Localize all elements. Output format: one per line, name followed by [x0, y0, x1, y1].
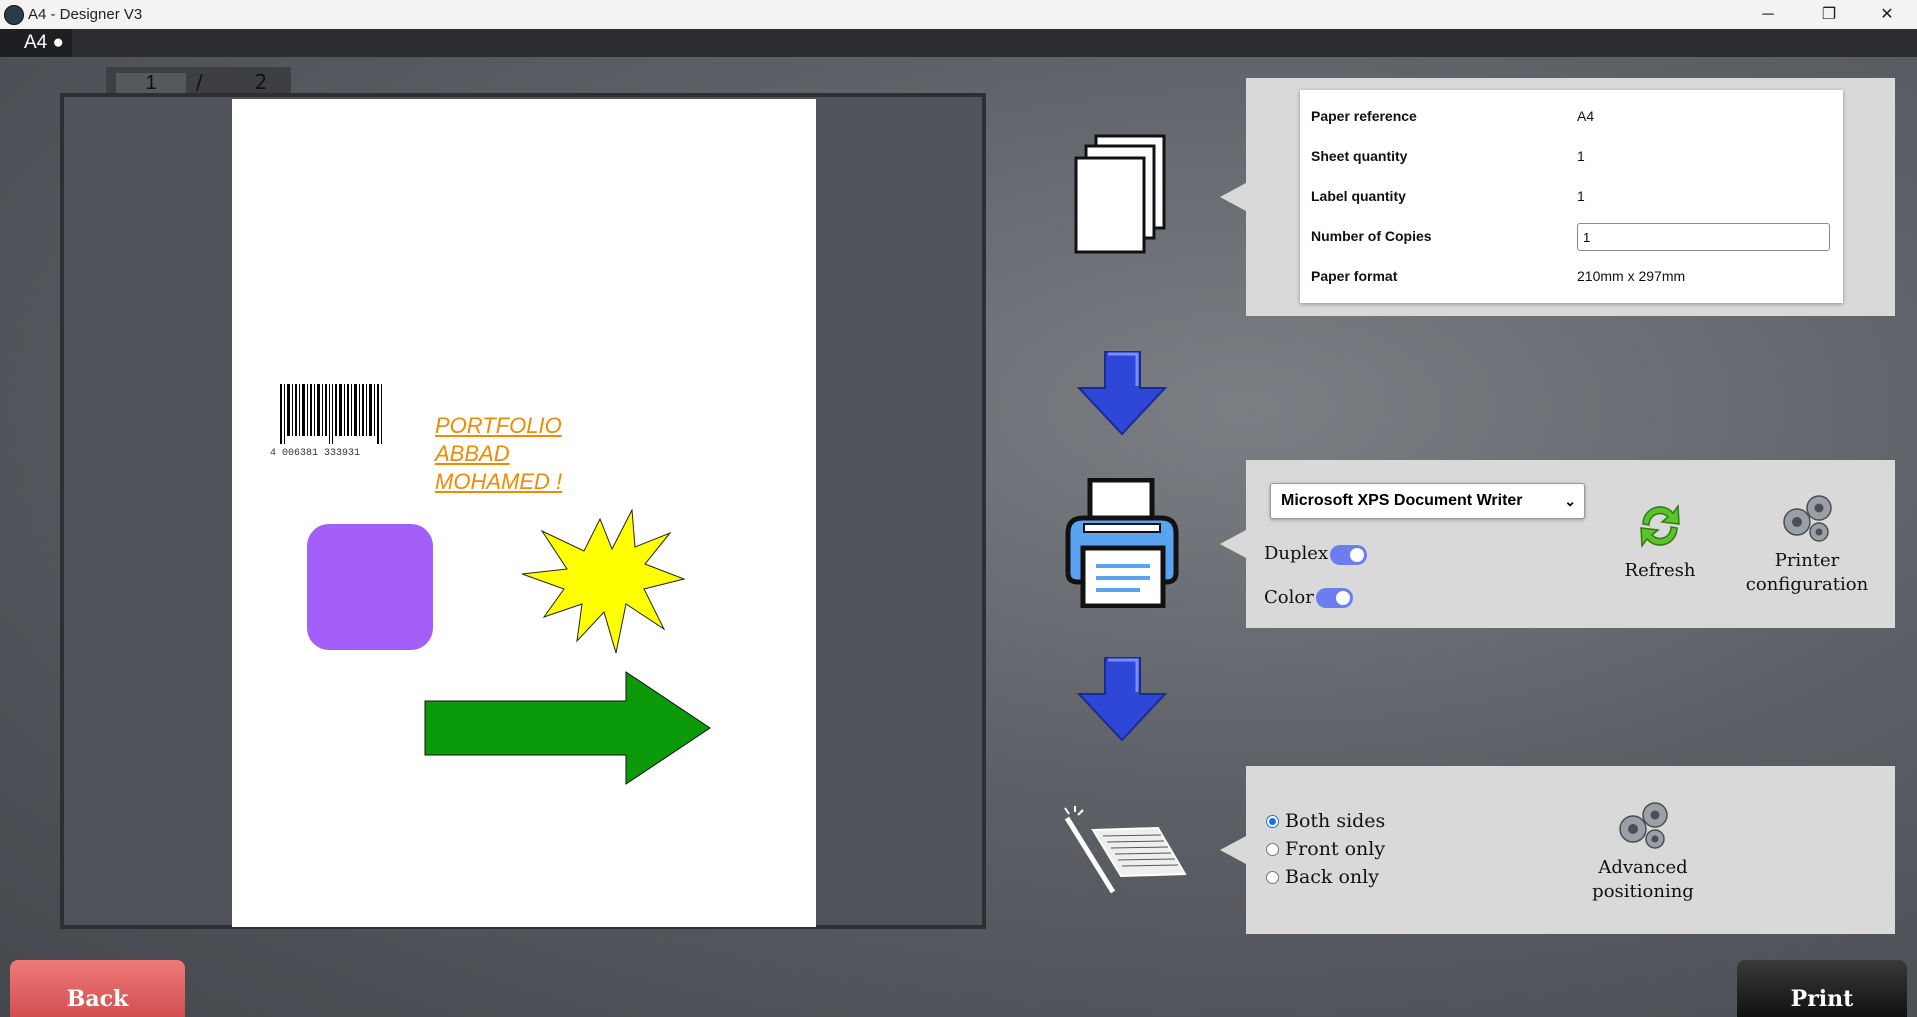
restore-button[interactable]: ❐: [1806, 0, 1852, 29]
advanced-positioning-label-1: Advanced: [1598, 857, 1688, 878]
canvas-text-line-3: MOHAMED !: [435, 469, 563, 494]
starburst-shape[interactable]: [522, 509, 687, 654]
copies-input[interactable]: [1577, 223, 1830, 251]
current-page-input[interactable]: 1: [116, 73, 186, 93]
sheet-feed-icon: [1064, 806, 1187, 894]
duplex-label: Duplex: [1264, 543, 1329, 564]
paper-info-card: Paper reference A4 Sheet quantity 1 Labe…: [1300, 90, 1843, 303]
down-arrow-icon: [1076, 657, 1168, 742]
chevron-down-icon: ⌄: [1564, 493, 1576, 509]
close-button[interactable]: ✕: [1864, 0, 1910, 29]
radio-both-sides[interactable]: [1266, 815, 1279, 828]
radio-back-only[interactable]: [1266, 871, 1279, 884]
arrow-shape[interactable]: [424, 671, 712, 786]
tab-document[interactable]: A4 ●: [0, 29, 72, 57]
tab-bar: A4 ●: [0, 29, 1917, 57]
refresh-icon: [1640, 503, 1680, 549]
window-title: A4 - Designer V3: [28, 6, 143, 23]
total-pages: 2: [254, 70, 268, 94]
print-button[interactable]: Print: [1737, 960, 1907, 1017]
advanced-positioning-button[interactable]: Advanced positioning: [1578, 797, 1708, 904]
refresh-button[interactable]: Refresh: [1615, 500, 1705, 583]
printer-icon: [1065, 478, 1179, 608]
barcode[interactable]: 4 006381 333931: [268, 384, 398, 464]
canvas-text-line-2: ABBAD: [435, 441, 510, 466]
radio-label-both-sides[interactable]: Both sides: [1285, 810, 1385, 832]
paper-preview: 4 006381 333931 PORTFOLIO ABBAD MOHAMED …: [232, 99, 816, 927]
printer-configuration-label-1: Printer: [1774, 550, 1840, 571]
color-label: Color: [1264, 587, 1314, 608]
window-titlebar: A4 - Designer V3 ─ ❐ ✕: [0, 0, 1917, 29]
advanced-positioning-label-2: positioning: [1592, 881, 1694, 902]
printer-configuration-label-2: configuration: [1745, 574, 1869, 595]
printer-select-value: Microsoft XPS Document Writer: [1281, 492, 1523, 509]
minimize-button[interactable]: ─: [1745, 0, 1791, 29]
rounded-square-shape[interactable]: [307, 524, 433, 650]
printer-configuration-button[interactable]: Printer configuration: [1742, 490, 1872, 597]
radio-label-front-only[interactable]: Front only: [1285, 838, 1385, 860]
app-icon: [4, 5, 24, 25]
page-navigator: 1 / 2: [106, 67, 291, 96]
duplex-toggle[interactable]: [1330, 545, 1367, 565]
color-toggle[interactable]: [1316, 588, 1353, 608]
refresh-label: Refresh: [1624, 560, 1696, 581]
printer-select[interactable]: Microsoft XPS Document Writer ⌄: [1270, 483, 1585, 519]
down-arrow-icon: [1076, 351, 1168, 436]
barcode-digits: 4 006381 333931: [270, 448, 360, 459]
radio-front-only[interactable]: [1266, 843, 1279, 856]
gears-icon: [1619, 802, 1668, 849]
back-button[interactable]: Back: [10, 960, 185, 1017]
gears-icon: [1783, 495, 1832, 542]
page-separator: /: [196, 70, 203, 94]
radio-label-back-only[interactable]: Back only: [1285, 866, 1379, 888]
canvas-text-line-1: PORTFOLIO: [435, 413, 562, 438]
paper-stack-icon: [1074, 134, 1166, 254]
canvas-text[interactable]: PORTFOLIO ABBAD MOHAMED !: [435, 412, 562, 496]
